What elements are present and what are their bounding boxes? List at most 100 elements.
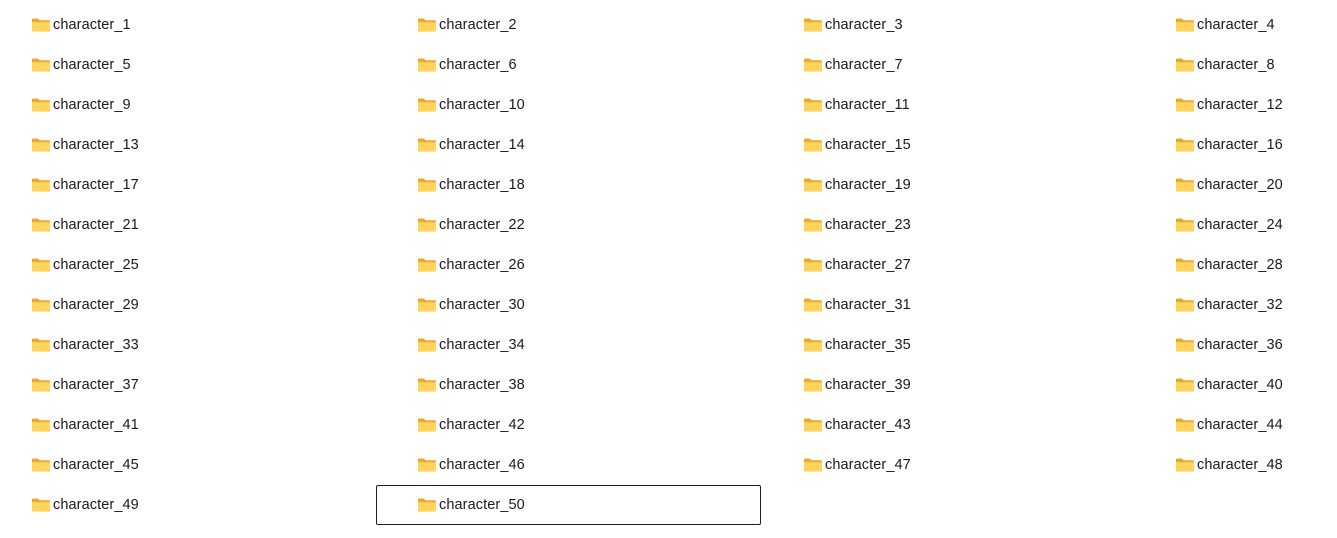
folder-item[interactable]: character_33: [0, 325, 386, 365]
folder-item[interactable]: character_10: [386, 85, 772, 125]
folder-name-label: character_31: [825, 297, 911, 313]
folder-item[interactable]: character_49: [0, 485, 386, 525]
folder-item[interactable]: character_3: [772, 5, 1158, 45]
folder-icon: [31, 217, 51, 233]
folder-item[interactable]: character_9: [0, 85, 386, 125]
folder-icon: [1175, 17, 1195, 33]
folder-item[interactable]: character_32: [1158, 285, 1337, 325]
folder-icon: [417, 417, 437, 433]
folder-item[interactable]: character_18: [386, 165, 772, 205]
folder-item[interactable]: character_20: [1158, 165, 1337, 205]
folder-item[interactable]: character_37: [0, 365, 386, 405]
folder-icon: [1175, 97, 1195, 113]
folder-item[interactable]: character_45: [0, 445, 386, 485]
folder-item[interactable]: character_46: [386, 445, 772, 485]
folder-item[interactable]: character_27: [772, 245, 1158, 285]
folder-name-label: character_17: [53, 177, 139, 193]
folder-name-label: character_35: [825, 337, 911, 353]
folder-item[interactable]: character_48: [1158, 445, 1337, 485]
folder-name-label: character_43: [825, 417, 911, 433]
folder-icon: [1175, 297, 1195, 313]
folder-name-label: character_1: [53, 17, 131, 33]
folder-icon: [803, 57, 823, 73]
folder-item[interactable]: character_34: [386, 325, 772, 365]
folder-item[interactable]: character_5: [0, 45, 386, 85]
folder-item[interactable]: character_21: [0, 205, 386, 245]
folder-name-label: character_28: [1197, 257, 1283, 273]
folder-name-label: character_36: [1197, 337, 1283, 353]
folder-icon: [1175, 457, 1195, 473]
folder-item[interactable]: character_50: [376, 485, 761, 525]
folder-name-label: character_25: [53, 257, 139, 273]
folder-item[interactable]: character_25: [0, 245, 386, 285]
folder-icon: [31, 57, 51, 73]
folder-name-label: character_37: [53, 377, 139, 393]
folder-item[interactable]: character_8: [1158, 45, 1337, 85]
folder-item[interactable]: character_7: [772, 45, 1158, 85]
folder-name-label: character_20: [1197, 177, 1283, 193]
folder-item[interactable]: character_40: [1158, 365, 1337, 405]
folder-item[interactable]: character_1: [0, 5, 386, 45]
folder-icon: [1175, 177, 1195, 193]
folder-icon: [31, 177, 51, 193]
folder-name-label: character_48: [1197, 457, 1283, 473]
folder-name-label: character_15: [825, 137, 911, 153]
folder-item[interactable]: character_39: [772, 365, 1158, 405]
folder-icon: [803, 297, 823, 313]
folder-name-label: character_47: [825, 457, 911, 473]
folder-item[interactable]: character_12: [1158, 85, 1337, 125]
folder-icon: [31, 97, 51, 113]
folder-item[interactable]: character_6: [386, 45, 772, 85]
folder-item[interactable]: character_23: [772, 205, 1158, 245]
folder-icon: [417, 57, 437, 73]
folder-item[interactable]: character_42: [386, 405, 772, 445]
folder-item[interactable]: character_11: [772, 85, 1158, 125]
folder-item[interactable]: character_47: [772, 445, 1158, 485]
folder-name-label: character_29: [53, 297, 139, 313]
folder-icon: [417, 97, 437, 113]
folder-name-label: character_34: [439, 337, 525, 353]
folder-name-label: character_9: [53, 97, 131, 113]
folder-item[interactable]: character_13: [0, 125, 386, 165]
folder-name-label: character_50: [439, 497, 525, 513]
folder-icon: [1175, 417, 1195, 433]
folder-icon: [1175, 337, 1195, 353]
folder-item[interactable]: character_16: [1158, 125, 1337, 165]
folder-name-label: character_32: [1197, 297, 1283, 313]
folder-item[interactable]: character_4: [1158, 5, 1337, 45]
folder-icon: [31, 497, 51, 513]
folder-item[interactable]: character_17: [0, 165, 386, 205]
folder-item[interactable]: character_44: [1158, 405, 1337, 445]
folder-name-label: character_11: [825, 97, 910, 113]
folder-item[interactable]: character_31: [772, 285, 1158, 325]
folder-item[interactable]: character_38: [386, 365, 772, 405]
folder-item[interactable]: character_36: [1158, 325, 1337, 365]
folder-icon: [417, 177, 437, 193]
folder-icon: [31, 257, 51, 273]
folder-icon: [803, 337, 823, 353]
folder-icon: [31, 297, 51, 313]
folder-name-label: character_12: [1197, 97, 1283, 113]
folder-item[interactable]: character_43: [772, 405, 1158, 445]
folder-item[interactable]: character_30: [386, 285, 772, 325]
folder-name-label: character_19: [825, 177, 911, 193]
folder-item[interactable]: character_41: [0, 405, 386, 445]
folder-name-label: character_3: [825, 17, 903, 33]
folder-item[interactable]: character_35: [772, 325, 1158, 365]
folder-item[interactable]: character_14: [386, 125, 772, 165]
folder-icon: [803, 457, 823, 473]
folder-item[interactable]: character_15: [772, 125, 1158, 165]
folder-item[interactable]: character_26: [386, 245, 772, 285]
folder-icon: [803, 177, 823, 193]
folder-item[interactable]: character_29: [0, 285, 386, 325]
folder-item[interactable]: character_24: [1158, 205, 1337, 245]
folder-item[interactable]: character_28: [1158, 245, 1337, 285]
folder-name-label: character_42: [439, 417, 525, 433]
folder-item[interactable]: character_19: [772, 165, 1158, 205]
folder-icon: [803, 257, 823, 273]
folder-name-label: character_10: [439, 97, 525, 113]
folder-item[interactable]: character_22: [386, 205, 772, 245]
folder-icon: [417, 217, 437, 233]
folder-item[interactable]: character_2: [386, 5, 772, 45]
folder-name-label: character_8: [1197, 57, 1275, 73]
